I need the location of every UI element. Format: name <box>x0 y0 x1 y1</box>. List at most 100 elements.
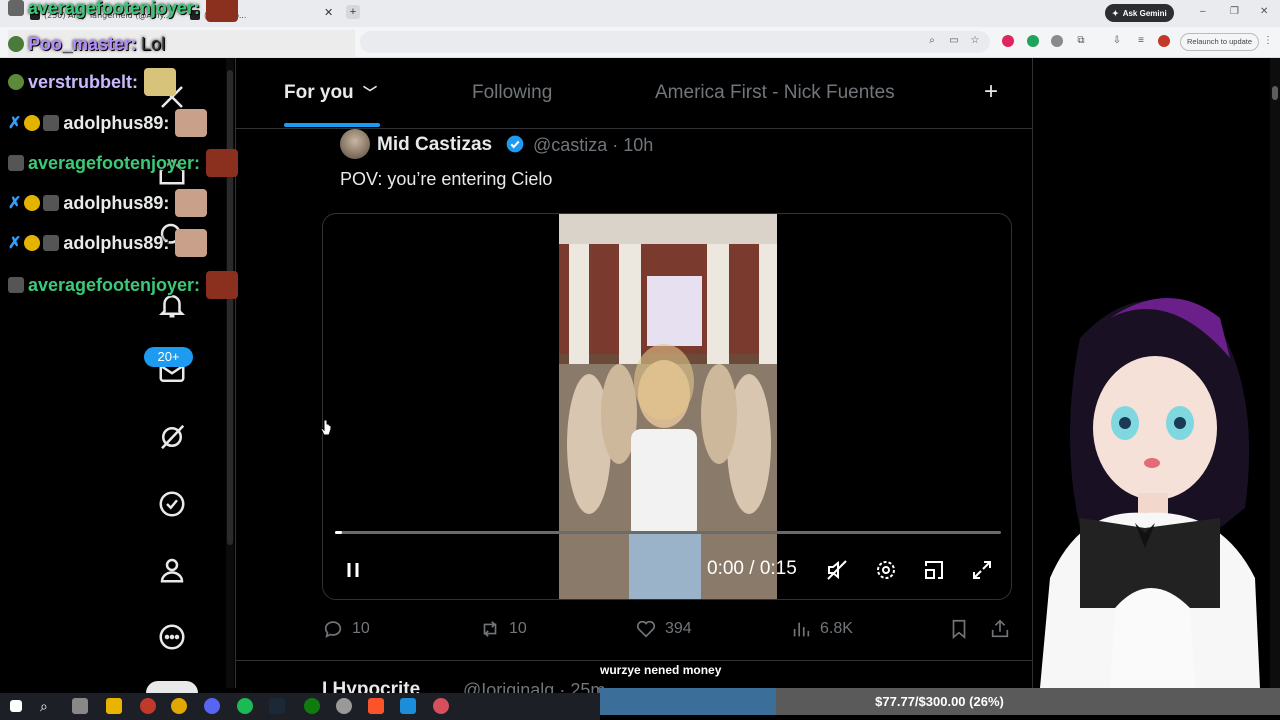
minimize-icon[interactable]: – <box>1200 6 1206 17</box>
kebab-menu-icon[interactable]: ⋮ <box>1262 35 1274 47</box>
browser-tab-title: (241) Ho... <box>204 10 247 20</box>
app-icon[interactable] <box>433 698 449 714</box>
sparkle-icon: ✦ <box>1112 8 1119 18</box>
reply-icon <box>324 621 342 638</box>
donation-message: wurzye nened money <box>600 663 722 677</box>
video-time: 0:00 / 0:15 <box>707 558 797 579</box>
page-scrollbar-thumb[interactable] <box>1272 86 1278 100</box>
sidebar-scrollbar-thumb[interactable] <box>227 70 233 545</box>
repost-button[interactable]: 10 <box>479 618 527 640</box>
extensions-puzzle-icon[interactable]: ⧉ <box>1075 35 1087 47</box>
video-player[interactable]: 0:00 / 0:15 <box>322 213 1012 600</box>
install-icon[interactable]: ▭ <box>948 35 960 47</box>
download-icon[interactable]: ⇩ <box>1111 35 1123 47</box>
more-icon[interactable] <box>155 620 189 654</box>
vtube-studio-icon[interactable] <box>400 698 416 714</box>
pause-icon[interactable] <box>339 556 367 584</box>
vtuber-avatar <box>1040 298 1260 688</box>
share-icon[interactable] <box>989 618 1011 640</box>
brave-icon[interactable] <box>368 698 384 714</box>
tab-list[interactable]: America First - Nick Fuentes <box>655 82 895 104</box>
verified-badge-icon <box>506 135 524 153</box>
settings-gear-icon[interactable] <box>872 556 900 584</box>
windows-taskbar <box>0 693 600 720</box>
notifications-bell-icon[interactable] <box>155 288 189 322</box>
chrome-icon[interactable] <box>171 698 187 714</box>
discord-icon[interactable] <box>204 698 220 714</box>
app-icon[interactable] <box>336 698 352 714</box>
repost-count: 10 <box>509 620 527 637</box>
analytics-icon <box>793 622 810 637</box>
video-progress-bar[interactable] <box>335 531 1001 534</box>
like-count: 394 <box>665 620 692 637</box>
heart-icon <box>636 620 656 638</box>
new-tab-icon[interactable]: + <box>346 5 360 19</box>
video-frame <box>559 214 777 599</box>
close-tab-icon[interactable]: ✕ <box>324 6 333 19</box>
address-bar <box>0 27 1280 58</box>
home-icon[interactable] <box>155 155 189 189</box>
steam-icon[interactable] <box>269 698 285 714</box>
donation-goal-bar: $77.77/$300.00 (26%) <box>599 688 1280 715</box>
active-tab-indicator <box>284 123 380 127</box>
screen: { "browser": { "tabs": [ {"title": "(250… <box>0 0 1280 720</box>
feed-tabs: For you ﹀ Following America First - Nick… <box>236 58 1034 129</box>
tweet-text: POV: you’re entering Cielo <box>340 169 553 189</box>
picture-in-picture-icon[interactable] <box>920 556 948 584</box>
window-close-icon[interactable]: ✕ <box>1260 6 1268 17</box>
relaunch-button[interactable]: Relaunch to update <box>1180 33 1260 51</box>
tab-search-icon[interactable]: ≡ <box>1135 35 1147 47</box>
avatar[interactable] <box>340 129 370 159</box>
mouse-cursor-icon <box>320 419 332 436</box>
donation-goal-text: $77.77/$300.00 (26%) <box>875 694 1004 709</box>
x-favicon-icon <box>190 10 200 20</box>
app-icon[interactable] <box>140 698 156 714</box>
views-button[interactable]: 6.8K <box>790 618 853 640</box>
x-sidebar <box>0 58 235 688</box>
extension-icon[interactable] <box>1051 35 1063 47</box>
author-handle[interactable]: @castiza · 10h <box>533 135 653 156</box>
search-icon[interactable]: ⌕ <box>40 698 56 714</box>
tab-label: For you <box>284 82 354 103</box>
url-field[interactable] <box>360 31 990 53</box>
grok-icon[interactable] <box>155 420 189 454</box>
fullscreen-icon[interactable] <box>968 556 996 584</box>
add-tab-icon[interactable]: + <box>984 78 998 106</box>
browser-tab[interactable]: (241) Ho... <box>190 4 246 26</box>
author-name[interactable]: Mid Castizas <box>377 134 492 156</box>
view-count: 6.8K <box>820 620 853 637</box>
reply-button[interactable]: 10 <box>322 618 370 640</box>
profile-avatar-icon[interactable] <box>1158 35 1170 47</box>
messages-badge: 20+ <box>144 347 193 367</box>
profile-icon[interactable] <box>155 553 189 587</box>
tab-following[interactable]: Following <box>472 82 552 104</box>
zoom-icon[interactable]: ⌕ <box>926 35 938 47</box>
file-explorer-icon[interactable] <box>106 698 122 714</box>
ask-gemini-button[interactable]: ✦ Ask Gemini <box>1105 4 1174 22</box>
spotify-icon[interactable] <box>237 698 253 714</box>
post-button[interactable] <box>146 681 198 693</box>
browser-tab[interactable]: (250) Amy Tangerfield (@Amy... <box>30 4 171 26</box>
video-progress-fill <box>335 531 342 534</box>
x-logo-icon[interactable] <box>155 80 189 114</box>
task-view-icon[interactable] <box>72 698 88 714</box>
windows-start-icon[interactable] <box>10 700 22 712</box>
verified-nav-icon[interactable] <box>155 487 189 521</box>
mute-icon[interactable] <box>823 556 851 584</box>
page-scrollbar[interactable] <box>1270 58 1280 688</box>
chevron-down-icon: ﹀ <box>362 85 377 101</box>
reply-count: 10 <box>352 620 370 637</box>
timeline: For you ﹀ Following America First - Nick… <box>235 58 1034 700</box>
bookmark-icon[interactable] <box>948 618 970 640</box>
xbox-icon[interactable] <box>304 698 320 714</box>
tab-for-you[interactable]: For you ﹀ <box>284 82 377 104</box>
adblock-icon[interactable] <box>1002 35 1014 47</box>
bookmark-star-icon[interactable]: ☆ <box>969 35 981 47</box>
browser-tab-bar: (250) Amy Tangerfield (@Amy... (241) Ho.… <box>0 0 1280 27</box>
tweet-divider <box>236 660 1034 661</box>
search-icon[interactable] <box>155 218 189 252</box>
restore-icon[interactable]: ❐ <box>1230 6 1239 17</box>
repost-icon <box>483 621 497 637</box>
like-button[interactable]: 394 <box>635 618 692 640</box>
extension-icon[interactable] <box>1027 35 1039 47</box>
